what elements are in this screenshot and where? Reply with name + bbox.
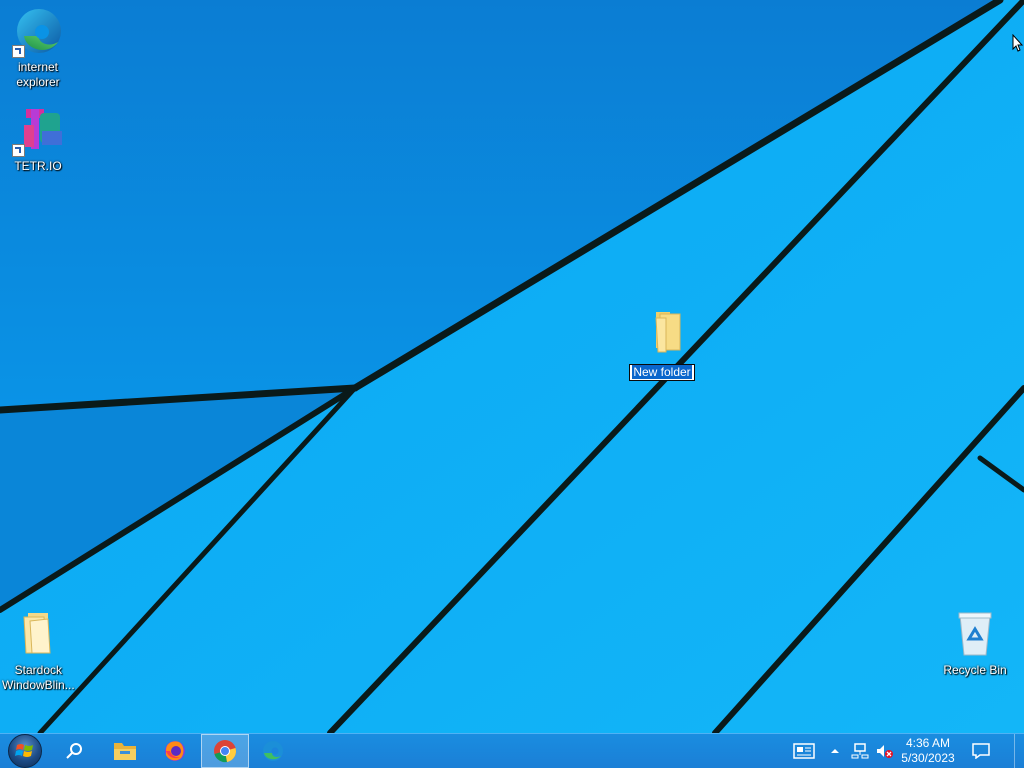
clock-time: 4:36 AM — [905, 736, 951, 750]
shortcut-arrow-icon — [12, 45, 25, 58]
taskbar-edge[interactable] — [251, 734, 295, 768]
shortcut-arrow-icon — [12, 144, 25, 157]
taskbar-file-explorer[interactable] — [103, 734, 147, 768]
notification-icon — [972, 743, 990, 759]
taskbar: 4:36 AM 5/30/2023 — [0, 733, 1024, 768]
mouse-cursor-icon — [1012, 34, 1024, 52]
tetrio-icon — [12, 105, 64, 157]
search-icon — [66, 743, 82, 759]
windows-logo-icon — [8, 734, 42, 768]
start-button[interactable] — [2, 734, 48, 768]
desktop-wallpaper — [0, 0, 1024, 733]
rename-input[interactable]: New folder — [629, 364, 695, 381]
desktop-icon-new-folder[interactable]: New folder — [624, 310, 700, 381]
taskbar-firefox[interactable] — [153, 734, 197, 768]
show-desktop-button[interactable] — [1014, 734, 1024, 768]
desktop-icon-label: Stardock WindowBlin... — [2, 663, 75, 692]
search-button[interactable] — [52, 734, 96, 768]
desktop-icon-tetrio[interactable]: TETR.IO — [0, 105, 76, 174]
taskbar-chrome[interactable] — [201, 734, 249, 768]
tray-volume-button[interactable] — [874, 734, 896, 768]
edge-icon — [263, 741, 283, 761]
chevron-up-icon — [831, 749, 839, 753]
tray-overflow-button[interactable] — [826, 734, 844, 768]
file-explorer-icon — [114, 743, 136, 760]
tray-notification-button[interactable] — [966, 734, 996, 768]
rename-selected-text: New folder — [632, 365, 692, 379]
desktop-icon-label: Recycle Bin — [943, 663, 1007, 677]
desktop-icon-label: internet explorer — [16, 60, 60, 89]
recycle-bin-icon — [949, 609, 1001, 661]
desktop-icon-internet-explorer[interactable]: internet explorer — [0, 6, 76, 90]
desktop-icon-label: TETR.IO — [14, 159, 62, 173]
folder-icon — [12, 609, 64, 661]
clock-date: 5/30/2023 — [901, 751, 955, 765]
volume-muted-icon — [877, 745, 893, 758]
folder-icon — [636, 310, 688, 362]
network-icon — [851, 743, 869, 759]
tray-clock[interactable]: 4:36 AM 5/30/2023 — [897, 734, 959, 768]
tray-news-button[interactable] — [786, 734, 822, 768]
desktop-icon-stardock-windowblinds[interactable]: Stardock WindowBlin... — [0, 609, 76, 693]
firefox-icon — [165, 741, 185, 761]
chrome-icon — [214, 740, 236, 763]
edge-icon — [12, 6, 64, 58]
news-icon — [793, 743, 815, 759]
desktop-icon-recycle-bin[interactable]: Recycle Bin — [937, 609, 1013, 678]
tray-network-button[interactable] — [848, 734, 872, 768]
